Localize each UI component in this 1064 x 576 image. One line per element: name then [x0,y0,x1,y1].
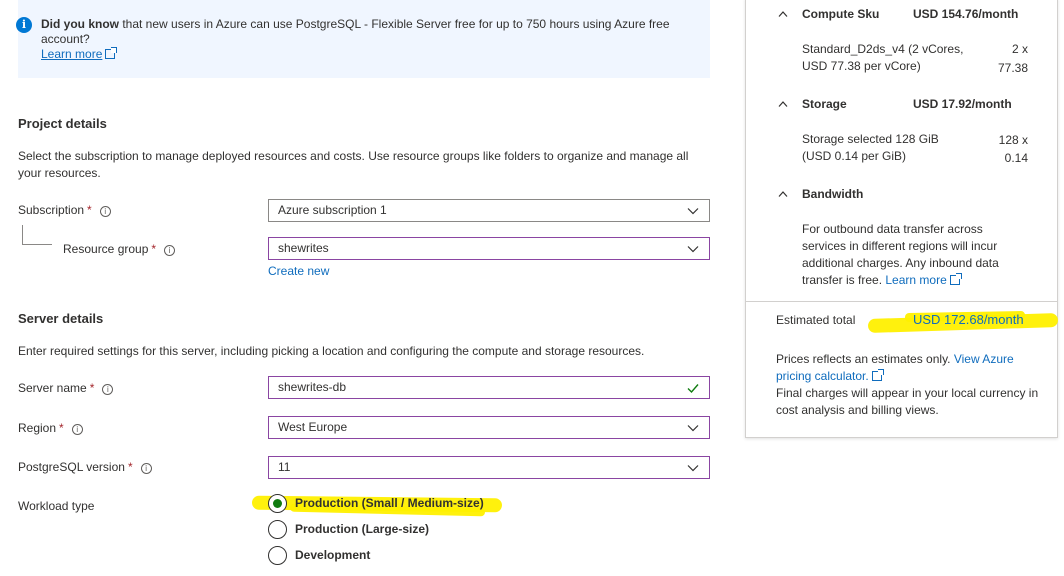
chevron-down-icon [687,246,699,253]
info-icon[interactable]: i [102,384,114,395]
radio-selected-dot [273,499,282,508]
compute-sku-qty-2: 77.38 [997,61,1028,75]
radio-label: Production (Large-size) [295,522,430,536]
workload-option-production-large[interactable]: Production (Large-size) [268,520,568,540]
server-name-label: Server name * i [18,381,114,395]
external-link-icon [871,369,884,381]
pricing-note: Prices reflects an estimates only. View … [776,352,1039,417]
info-icon: i [16,17,32,33]
region-label: Region * i [18,421,83,435]
divider [746,301,1057,302]
chevron-up-icon[interactable] [778,190,788,198]
compute-sku-qty-1: 2 x [1011,42,1028,56]
subscription-label: Subscription * i [18,203,111,217]
project-details-description: Select the subscription to manage deploy… [18,149,689,180]
server-details-title: Server details [18,311,104,326]
bandwidth-label: Bandwidth [802,187,864,201]
bandwidth-description: For outbound data transfer across servic… [802,222,999,287]
required-marker: * [59,421,64,435]
chevron-up-icon[interactable] [778,100,788,108]
compute-sku-detail-2: USD 77.38 per vCore) [802,59,921,73]
storage-detail-2: (USD 0.14 per GiB) [802,149,907,163]
radio-button[interactable] [268,520,287,539]
radio-button[interactable] [268,494,287,513]
required-marker: * [127,460,133,474]
banner-lead: Did you know [41,17,119,31]
radio-button[interactable] [268,546,287,565]
project-details-title: Project details [18,116,107,131]
server-details-description: Enter required settings for this server,… [18,344,645,358]
radio-label: Production (Small / Medium-size) [295,496,484,510]
chevron-down-icon [687,208,699,215]
storage-label: Storage [802,97,847,111]
required-marker: * [89,381,95,395]
tree-connector [22,225,52,245]
bandwidth-learn-more-link[interactable]: Learn more [885,273,946,287]
postgres-version-label: PostgreSQL version * i [18,460,152,474]
storage-qty-1: 128 x [998,133,1028,147]
banner-learn-more-link[interactable]: Learn more [41,47,102,61]
workload-option-development[interactable]: Development [268,546,568,566]
estimated-total-label: Estimated total [776,313,856,327]
subscription-select[interactable]: Azure subscription 1 [268,199,710,222]
create-new-link[interactable]: Create new [268,264,329,278]
postgres-version-select[interactable]: 11 [268,456,710,479]
compute-sku-detail-1: Standard_D2ds_v4 (2 vCores, [802,42,964,56]
required-marker: * [87,203,92,217]
chevron-up-icon[interactable] [778,10,788,18]
info-icon[interactable]: i [164,245,176,256]
banner-text: that new users in Azure can use PostgreS… [41,17,670,46]
storage-detail-1: Storage selected 128 GiB [802,132,939,146]
resource-group-label: Resource group * i [63,242,176,256]
info-icon[interactable]: i [71,424,83,435]
workload-option-production-small[interactable]: Production (Small / Medium-size) [268,494,568,514]
info-icon[interactable]: i [140,463,152,474]
external-link-icon [949,273,962,285]
info-icon[interactable]: i [99,206,111,217]
radio-label: Development [295,548,371,562]
estimated-total-price: USD 172.68/month [913,312,1024,327]
storage-price: USD 17.92/month [913,97,1012,111]
workload-type-label: Workload type [18,499,95,513]
banner-message: Did you know that new users in Azure can… [41,17,681,62]
compute-sku-label: Compute Sku [802,7,880,21]
resource-group-select[interactable]: shewrites [268,237,710,260]
required-marker: * [151,242,157,256]
region-select[interactable]: West Europe [268,416,710,439]
checkmark-icon [687,384,699,394]
storage-qty-2: 0.14 [1004,151,1028,165]
compute-sku-price: USD 154.76/month [913,7,1019,21]
server-name-input[interactable]: shewrites-db [268,376,710,399]
external-link-icon [105,47,118,59]
chevron-down-icon [687,465,699,472]
chevron-down-icon [687,425,699,432]
